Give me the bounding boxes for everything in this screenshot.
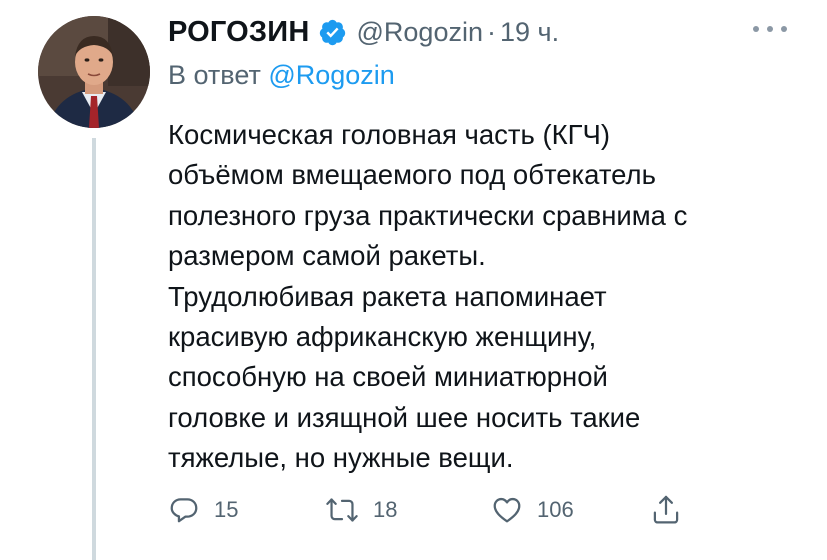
like-button[interactable]: 106 (491, 490, 574, 530)
reply-to-label: В ответ (168, 60, 261, 90)
avatar-image (38, 16, 150, 128)
avatar[interactable] (38, 16, 150, 128)
verified-badge-icon (318, 18, 347, 47)
like-count: 106 (537, 497, 574, 522)
more-icon[interactable] (753, 20, 787, 38)
reply-to: В ответ @Rogozin (168, 60, 395, 91)
tweet-text-line: красивую африканскую женщину, (168, 321, 597, 353)
tweet-text-line: способную на своей миниатюрной (168, 361, 608, 393)
retweet-button[interactable]: 18 (325, 490, 397, 530)
retweet-count: 18 (373, 497, 398, 522)
action-bar: 15 18 106 (168, 490, 708, 530)
author-name[interactable]: РОГОЗИН (168, 16, 310, 49)
share-button[interactable] (650, 490, 682, 530)
tweet-header: РОГОЗИН @Rogozin · 19 ч. (168, 12, 559, 52)
like-icon (493, 497, 521, 523)
tweet-time[interactable]: 19 ч. (500, 17, 559, 48)
tweet-text-line: объёмом вмещаемого под обтекатель (168, 159, 656, 191)
separator-dot: · (486, 16, 496, 47)
tweet-text-line: Космическая головная часть (КГЧ) (168, 119, 611, 150)
tweet-text-line: размером самой ракеты. (168, 240, 486, 272)
tweet-text-line: головке и изящной шее носить такие (168, 401, 641, 433)
reply-count: 15 (214, 497, 239, 522)
reply-button[interactable]: 15 (168, 490, 238, 530)
reply-to-mention[interactable]: @Rogozin (268, 60, 394, 90)
tweet: РОГОЗИН @Rogozin · 19 ч. В ответ @Rogozi… (0, 0, 827, 560)
author-handle[interactable]: @Rogozin (357, 17, 483, 48)
share-icon (653, 495, 679, 524)
tweet-text-line: тяжелые, но нужные вещи. (168, 442, 514, 474)
tweet-text-line: Трудолюбивая ракета напоминает (168, 280, 607, 312)
retweet-icon (326, 498, 358, 522)
tweet-text-line: полезного груза практически сравнима с (168, 199, 688, 231)
reply-icon (170, 498, 198, 523)
thread-line (92, 138, 96, 560)
tweet-text: Космическая головная часть (КГЧ) объёмом… (168, 115, 808, 479)
